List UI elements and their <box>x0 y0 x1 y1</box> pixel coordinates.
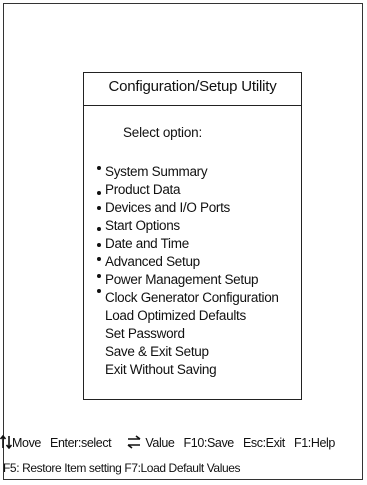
menu-item-label: Devices and I/O Ports <box>105 200 231 215</box>
title-divider <box>84 105 301 106</box>
menu-item-label: Product Data <box>105 182 181 197</box>
menu-list: System Summary Product Data Devices and … <box>84 163 279 379</box>
bullet-icon <box>97 274 101 278</box>
value-hint: Value <box>145 436 175 450</box>
menu-item-product-data[interactable]: Product Data <box>84 181 279 199</box>
restore-hint: F5: Restore Item setting <box>3 461 122 475</box>
bullet-icon <box>97 243 101 247</box>
setup-screen: Configuration/Setup Utility Select optio… <box>3 3 363 480</box>
menu-item-devices-io-ports[interactable]: Devices and I/O Ports <box>84 199 279 217</box>
menu-item-label: Set Password <box>105 326 185 341</box>
menu-item-save-exit[interactable]: Save & Exit Setup <box>84 343 279 361</box>
menu-item-advanced-setup[interactable]: Advanced Setup <box>84 253 279 271</box>
menu-item-label: Date and Time <box>105 236 189 251</box>
menu-item-label: Load Optimized Defaults <box>105 308 246 323</box>
bullet-icon <box>97 227 101 231</box>
menu-item-label: Advanced Setup <box>105 254 200 269</box>
select-hint: Enter:select <box>50 436 112 450</box>
menu-item-label: Power Management Setup <box>105 272 259 287</box>
setup-dialog: Configuration/Setup Utility Select optio… <box>83 72 302 400</box>
exit-hint: Esc:Exit <box>242 436 285 450</box>
left-right-arrows-icon <box>126 435 142 450</box>
bullet-icon <box>97 289 101 293</box>
menu-item-label: System Summary <box>105 164 208 179</box>
key-hints-bar: Move Enter:select Value F10:Save Esc:Exi… <box>0 434 335 450</box>
menu-item-start-options[interactable]: Start Options <box>84 217 279 235</box>
menu-item-label: Save & Exit Setup <box>105 344 209 359</box>
menu-item-date-time[interactable]: Date and Time <box>84 235 279 253</box>
menu-item-system-summary[interactable]: System Summary <box>84 163 279 181</box>
bullet-icon <box>97 191 101 195</box>
save-hint: F10:Save <box>183 436 235 450</box>
menu-item-load-optimized-defaults[interactable]: Load Optimized Defaults <box>84 307 279 325</box>
bullet-icon <box>97 166 101 170</box>
menu-item-label: Clock Generator Configuration <box>105 290 279 305</box>
menu-item-exit-without-saving[interactable]: Exit Without Saving <box>84 361 279 379</box>
up-down-arrows-icon <box>0 434 13 450</box>
help-hint: F1:Help <box>293 436 335 450</box>
load-defaults-hint: F7:Load Default Values <box>124 461 241 475</box>
move-hint: Move <box>12 436 41 450</box>
menu-item-clock-generator[interactable]: Clock Generator Configuration <box>84 289 279 307</box>
menu-item-power-management[interactable]: Power Management Setup <box>84 271 279 289</box>
menu-item-label: Start Options <box>105 218 180 233</box>
key-hints-bar-secondary: F5: Restore Item setting F7:Load Default… <box>3 461 241 475</box>
bullet-icon <box>97 206 101 210</box>
menu-item-set-password[interactable]: Set Password <box>84 325 279 343</box>
menu-item-label: Exit Without Saving <box>105 362 217 377</box>
select-prompt: Select option: <box>123 125 203 140</box>
bullet-icon <box>97 257 101 261</box>
dialog-title: Configuration/Setup Utility <box>108 78 277 95</box>
